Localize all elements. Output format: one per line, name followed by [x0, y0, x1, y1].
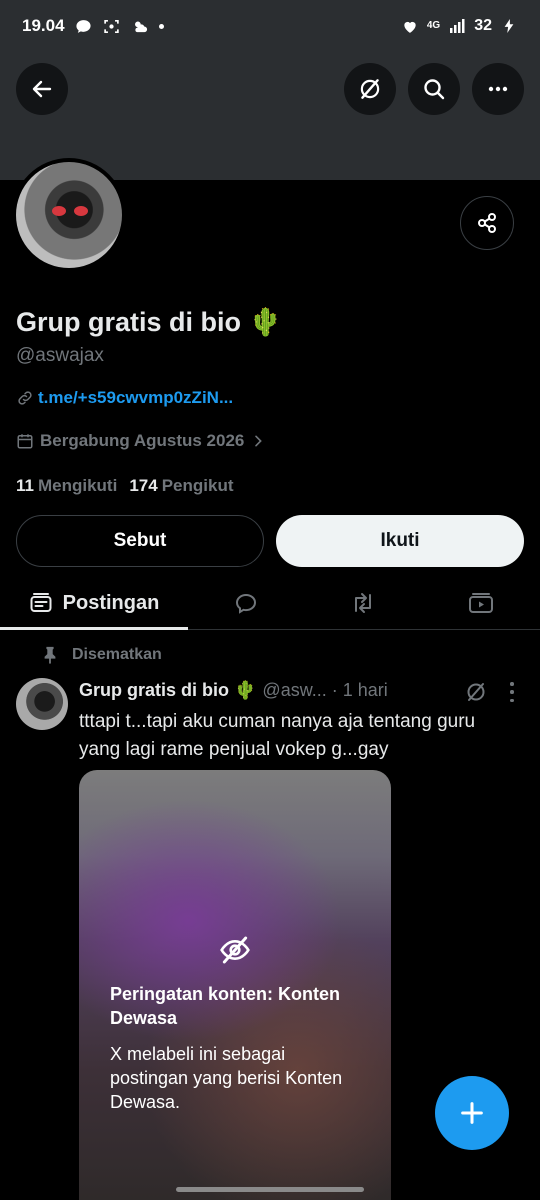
tab-media[interactable]	[466, 588, 496, 618]
heart-icon	[401, 17, 419, 35]
tab-posts-label: Postingan	[62, 591, 160, 614]
network-type: 4G	[426, 20, 441, 31]
post-text: tttapi t...tapi aku cuman nanya aja tent…	[79, 711, 476, 760]
followers-label: Pengikut	[161, 476, 234, 495]
calendar-icon	[17, 434, 33, 449]
status-bar: 19.04 4G 32	[0, 0, 540, 52]
weather-icon	[131, 17, 149, 35]
pinned-label: Disematkan	[42, 646, 162, 664]
post-author-name[interactable]: Grup gratis di bio 🌵	[79, 680, 256, 701]
chevron-right-icon	[255, 435, 263, 447]
tab-posts[interactable]: Postingan	[0, 576, 188, 630]
more-horizontal-icon	[488, 86, 508, 92]
grok-icon	[360, 79, 380, 99]
back-button[interactable]	[16, 63, 68, 115]
profile-avatar[interactable]	[12, 158, 126, 272]
profile-name: Grup gratis di bio 🌵	[16, 307, 283, 337]
content-warning-body: X melabeli ini sebagai postingan yang be…	[110, 1044, 343, 1112]
search-button[interactable]	[408, 63, 460, 115]
joined-date[interactable]: Bergabung Agustus 2026	[16, 431, 266, 451]
repost-icon	[355, 593, 371, 613]
post-media-sensitive[interactable]: Peringatan konten: Konten Dewasa X melab…	[79, 770, 391, 1200]
profile-tabs: Postingan	[0, 576, 540, 630]
mention-button[interactable]: Sebut	[16, 515, 264, 567]
post-author-avatar[interactable]	[16, 678, 68, 730]
tab-reposts[interactable]	[348, 588, 378, 618]
content-warning-title: Peringatan konten: Konten Dewasa	[110, 984, 341, 1028]
joined-date-text: Bergabung Agustus 2026	[40, 431, 245, 450]
signal-icon	[448, 17, 466, 35]
search-icon	[424, 79, 445, 100]
follow-button[interactable]: Ikuti	[276, 515, 524, 567]
profile-link-text: t.me/+s59cwvmp0zZiN...	[38, 388, 234, 407]
following-link[interactable]: 11 Mengikuti	[16, 476, 117, 496]
home-indicator[interactable]	[176, 1187, 364, 1192]
more-vertical-icon	[510, 682, 514, 686]
posts-icon	[30, 593, 52, 612]
followers-link[interactable]: 174 Pengikut	[129, 476, 233, 496]
battery-level: 32	[474, 17, 492, 34]
pinned-label-text: Disematkan	[72, 646, 162, 663]
post-more-button[interactable]	[504, 682, 520, 702]
tab-active-indicator	[0, 627, 188, 630]
post-header: Grup gratis di bio 🌵 @asw... · 1 hari	[79, 680, 388, 701]
plus-icon	[461, 1102, 483, 1124]
compose-post-button[interactable]	[435, 1076, 509, 1150]
link-icon	[18, 391, 32, 405]
charging-icon	[500, 17, 518, 35]
following-count: 11	[16, 476, 34, 495]
status-time: 19.04	[22, 16, 65, 35]
chat-bubble-icon	[75, 17, 93, 35]
post-grok-button[interactable]	[464, 680, 488, 704]
post-meta: @asw... · 1 hari	[262, 680, 388, 700]
share-icon	[478, 213, 496, 233]
follow-stats: 11 Mengikuti 174 Pengikut	[16, 476, 234, 496]
arrow-left-icon	[32, 80, 52, 98]
followers-count: 174	[129, 476, 158, 495]
screenshot-icon	[103, 17, 121, 35]
reply-icon	[235, 593, 257, 614]
share-button[interactable]	[460, 196, 514, 250]
more-options-button[interactable]	[472, 63, 524, 115]
following-label: Mengikuti	[37, 476, 118, 495]
notification-dot-icon	[158, 23, 164, 29]
tab-replies[interactable]	[231, 588, 261, 618]
grok-icon	[467, 683, 485, 701]
pin-icon	[44, 646, 56, 664]
profile-handle: @aswajax	[16, 345, 104, 366]
video-icon	[469, 593, 493, 613]
avatar-image	[16, 162, 122, 268]
profile-link[interactable]: t.me/+s59cwvmp0zZiN...	[16, 388, 233, 408]
grok-button[interactable]	[344, 63, 396, 115]
eye-slash-icon	[220, 936, 250, 964]
